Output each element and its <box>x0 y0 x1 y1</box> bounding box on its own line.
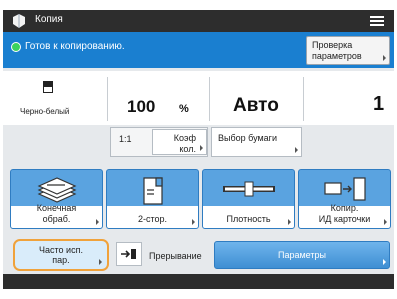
check-settings-button[interactable]: Проверка параметров <box>306 36 390 65</box>
status-bar: Готов к копированию. Проверка параметров <box>3 32 394 68</box>
divider <box>107 77 108 121</box>
density-label: Плотность <box>226 214 271 224</box>
finishing-label-2: обраб. <box>42 214 71 224</box>
two-sided-button[interactable]: 2-стор. <box>106 169 199 229</box>
frequently-used-label-2: пар. <box>52 255 70 265</box>
ready-status-icon <box>11 42 21 52</box>
two-sided-icon <box>142 177 163 205</box>
color-mode-value: Черно-белый <box>20 107 70 116</box>
chevron-right-icon <box>96 219 99 225</box>
options-button[interactable]: Параметры <box>214 241 390 269</box>
id-card-copy-label-1: Копир. <box>330 203 359 213</box>
chevron-right-icon <box>295 147 298 153</box>
chevron-right-icon <box>200 145 203 151</box>
chevron-right-icon <box>383 55 386 61</box>
settings-summary: Черно-белый 100 % Авто 1 <box>3 71 394 125</box>
chevron-right-icon <box>192 219 195 225</box>
frequently-used-settings-button[interactable]: Часто исп. пар. <box>13 239 109 271</box>
zoom-ratio-box: 1:1 Коэф кол. <box>110 127 208 157</box>
interrupt-icon <box>121 249 136 259</box>
status-text: Готов к копированию. <box>25 41 125 52</box>
ratio-one-to-one-button[interactable]: 1:1 <box>119 134 132 144</box>
interrupt-label: Прерывание <box>149 251 202 261</box>
title-bar: Копия <box>3 10 394 32</box>
finishing-label-1: Конечная <box>36 203 77 213</box>
copy-app-icon <box>13 14 25 28</box>
chevron-right-icon <box>99 259 102 265</box>
two-sided-label: 2-стор. <box>137 214 168 224</box>
divider <box>303 77 304 121</box>
select-paper-label: Выбор бумаги <box>218 133 277 143</box>
check-settings-label-2: параметров <box>312 51 362 61</box>
copy-screen: Копия Готов к копированию. Проверка пара… <box>0 0 397 299</box>
chevron-right-icon <box>384 219 387 225</box>
check-settings-label-1: Проверка <box>312 40 353 50</box>
zoom-value: 100 <box>127 97 156 116</box>
options-label: Параметры <box>278 250 326 260</box>
frequently-used-label-1: Часто исп. <box>39 245 83 255</box>
settings-panel: Черно-белый 100 % Авто 1 1:1 Коэф кол. В… <box>3 68 394 274</box>
app-title: Копия <box>35 14 63 25</box>
interrupt-button[interactable] <box>116 242 142 266</box>
density-button[interactable]: Плотность <box>202 169 295 229</box>
divider <box>209 77 210 121</box>
chevron-right-icon <box>288 219 291 225</box>
id-card-copy-label-2: ИД карточки <box>318 214 371 224</box>
zoom-unit: % <box>179 103 189 115</box>
black-white-icon <box>43 81 53 93</box>
select-paper-button[interactable]: Выбор бумаги <box>211 127 302 157</box>
density-icon <box>222 181 275 197</box>
copy-ratio-label-2: кол. <box>179 144 196 154</box>
finishing-button[interactable]: Конечная обраб. <box>10 169 103 229</box>
paper-value: Авто <box>233 95 279 116</box>
chevron-right-icon <box>383 259 386 265</box>
id-card-copy-button[interactable]: Копир. ИД карточки <box>298 169 391 229</box>
settings-controls: 1:1 Коэф кол. Выбор бумаги <box>3 125 394 158</box>
footer-bar <box>3 274 394 289</box>
hamburger-icon[interactable] <box>366 11 388 31</box>
copies-count: 1 <box>373 93 385 115</box>
copy-ratio-button[interactable]: Коэф кол. <box>152 129 207 155</box>
copy-ratio-label-1: Коэф <box>173 133 196 143</box>
id-card-copy-icon <box>323 177 366 201</box>
